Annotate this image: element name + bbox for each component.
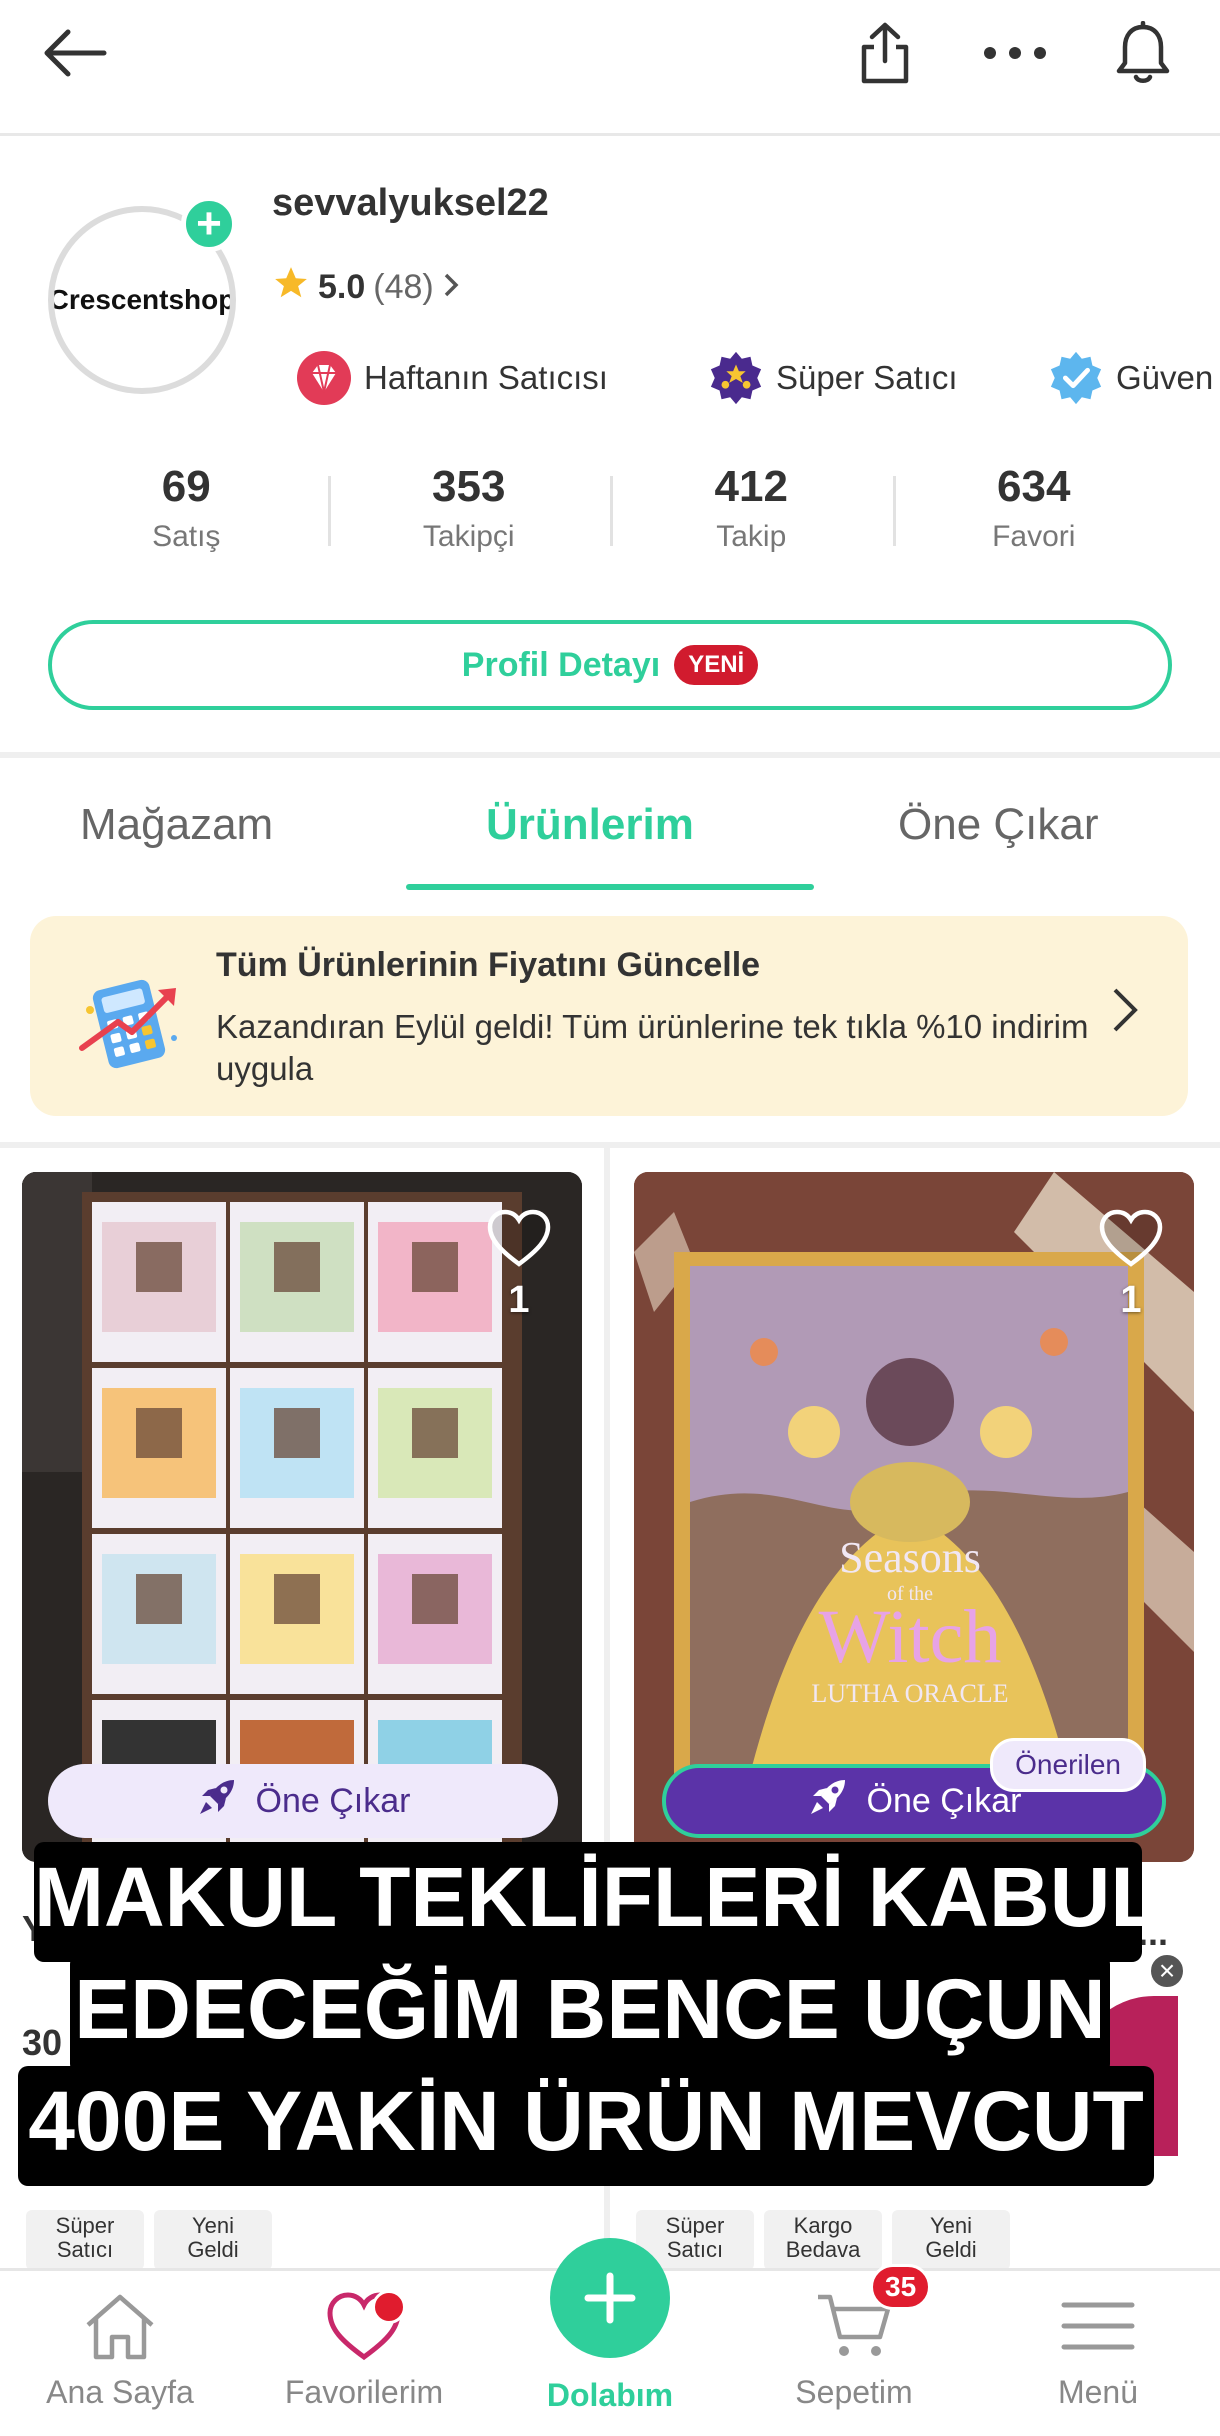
- heart-outline-icon: [1099, 1209, 1163, 1267]
- chevron-right-icon: [1110, 986, 1140, 1039]
- badge-trust[interactable]: Güven: [1048, 350, 1213, 406]
- nav-cart[interactable]: Sepetim: [744, 2291, 964, 2411]
- calculator-icon: [78, 966, 188, 1081]
- like-button[interactable]: 1: [484, 1208, 554, 1322]
- cart-count-badge: 35: [870, 2264, 932, 2310]
- new-badge: YENİ: [674, 645, 759, 685]
- back-arrow-icon[interactable]: [40, 18, 110, 88]
- chevron-right-icon: [442, 268, 460, 307]
- stat-value: 69: [161, 462, 211, 511]
- like-button[interactable]: 1: [1096, 1208, 1166, 1322]
- menu-icon: [1061, 2302, 1135, 2350]
- divider: [0, 1142, 1220, 1148]
- caption-line: MAKUL TEKLİFLERİ KABUL: [34, 1842, 1162, 1962]
- star-icon: [272, 264, 310, 311]
- nav-label: Menü: [1057, 2374, 1139, 2410]
- notification-bell-icon[interactable]: [1108, 18, 1178, 88]
- seller-badges: Haftanın Satıcısı Süper Satıcı Güven: [0, 350, 1220, 420]
- stat-label: Takipçi: [422, 520, 515, 553]
- stat-value: 634: [997, 462, 1071, 511]
- tag: Kargo Bedava: [764, 2210, 882, 2270]
- caption-line: EDECEĞİM BENCE UÇUN: [70, 1954, 1110, 2074]
- stat-value: 353: [432, 462, 506, 511]
- like-count: 1: [508, 1279, 530, 1321]
- close-icon[interactable]: ×: [1148, 1952, 1186, 1990]
- product-card[interactable]: Seasons of the Witch LUTHA ORACLE 1 Öne …: [634, 1172, 1194, 1862]
- tag: Yeni Geldi: [892, 2210, 1010, 2270]
- nav-label: Favorilerim: [284, 2374, 444, 2410]
- promote-label: Öne Çıkar: [866, 1781, 1022, 1820]
- tag: Yeni Geldi: [154, 2210, 272, 2270]
- tag: Süper Satıcı: [26, 2210, 144, 2270]
- stat-followers[interactable]: 353 Takipçi: [327, 462, 611, 562]
- verified-icon: [1048, 350, 1104, 406]
- badge-label: Güven: [1116, 359, 1214, 396]
- home-icon: [86, 2294, 154, 2360]
- avatar-text: Crescentshop: [48, 284, 236, 315]
- stars-icon: [708, 350, 764, 406]
- stat-favorites[interactable]: 634 Favori: [892, 462, 1176, 562]
- add-story-button[interactable]: +: [181, 196, 237, 252]
- nav-label: Ana Sayfa: [46, 2374, 194, 2410]
- tab-my-store[interactable]: Mağazam: [80, 800, 273, 850]
- promote-label: Öne Çıkar: [255, 1781, 411, 1820]
- nav-menu[interactable]: Menü: [988, 2291, 1208, 2411]
- recommended-badge: Önerilen: [990, 1738, 1146, 1792]
- rating-score: 5.0: [318, 268, 366, 306]
- badge-super-seller[interactable]: Süper Satıcı: [708, 350, 958, 406]
- stat-sales[interactable]: 69 Satış: [45, 462, 328, 562]
- share-icon[interactable]: [850, 18, 920, 88]
- divider: [0, 752, 1220, 758]
- username: sevvalyuksel22: [272, 182, 549, 224]
- product-card[interactable]: 1 Öne Çıkar: [22, 1172, 582, 1862]
- badge-label: Süper Satıcı: [776, 359, 958, 396]
- nav-label: Dolabım: [546, 2377, 674, 2413]
- heart-outline-icon: [487, 1209, 551, 1267]
- banner-text: Kazandıran Eylül geldi! Tüm ürünlerine t…: [216, 1008, 1089, 1087]
- rocket-icon: [807, 1776, 849, 1827]
- rating[interactable]: 5.0 (48): [272, 264, 460, 311]
- badge-label: Haftanın Satıcısı: [364, 359, 608, 396]
- product-tags: Süper Satıcı Yeni Geldi: [26, 2210, 272, 2270]
- stat-following[interactable]: 412 Takip: [610, 462, 893, 562]
- witch-title-text: Seasons: [839, 1533, 981, 1582]
- stat-label: Takip: [716, 520, 787, 553]
- witch-title-text: LUTHA ORACLE: [811, 1679, 1008, 1708]
- banner-title: Tüm Ürünlerinin Fiyatını Güncelle: [216, 946, 761, 984]
- tab-bar: Mağazam Ürünlerim Öne Çıkar: [0, 760, 1220, 890]
- profile-detail-label: Profil Detayı: [461, 645, 661, 684]
- tab-promote[interactable]: Öne Çıkar: [898, 800, 1099, 850]
- rating-count: (48): [373, 268, 434, 306]
- price-fragment: 30: [22, 2022, 63, 2063]
- witch-title-text: Witch: [819, 1595, 1002, 1679]
- add-product-button[interactable]: [550, 2238, 670, 2358]
- nav-favorites[interactable]: Favorilerim: [254, 2291, 474, 2411]
- profile-stats: 69 Satış 353 Takipçi 412 Takip 634 Favori: [45, 462, 1175, 562]
- caption-line: 400E YAKİN ÜRÜN MEVCUT: [18, 2066, 1154, 2186]
- more-options-icon[interactable]: [980, 18, 1050, 88]
- tab-my-products[interactable]: Ürünlerim: [486, 800, 694, 850]
- badge-weekly-seller[interactable]: Haftanın Satıcısı: [296, 350, 608, 406]
- price-update-banner[interactable]: Tüm Ürünlerinin Fiyatını Güncelle Kazand…: [30, 916, 1188, 1116]
- rocket-icon: [196, 1776, 238, 1827]
- favorites-notification-dot: [372, 2290, 406, 2324]
- nav-home[interactable]: Ana Sayfa: [10, 2291, 230, 2411]
- promote-button[interactable]: Öne Çıkar: [48, 1764, 558, 1838]
- profile-detail-button[interactable]: Profil Detayı YENİ: [48, 620, 1172, 710]
- product-tags: Süper Satıcı Kargo Bedava Yeni Geldi: [636, 2210, 1010, 2270]
- diamond-icon: [296, 350, 352, 406]
- nav-label: Sepetim: [795, 2374, 913, 2410]
- plus-icon: [584, 2272, 636, 2324]
- stat-label: Satış: [152, 520, 221, 553]
- like-count: 1: [1120, 1279, 1142, 1321]
- stat-value: 412: [714, 462, 788, 511]
- stat-label: Favori: [992, 520, 1076, 553]
- active-tab-indicator: [406, 884, 814, 890]
- top-bar: [0, 0, 1220, 136]
